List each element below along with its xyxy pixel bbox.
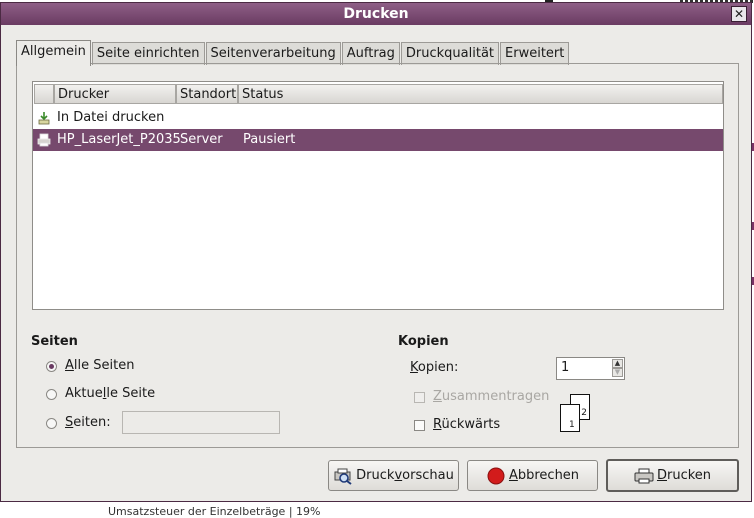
printer-row-hp-laserjet[interactable]: HP_LaserJet_P2035 Server Pausiert (33, 129, 723, 151)
column-header-location[interactable]: Standort (176, 84, 238, 104)
printer-location: Server (180, 132, 223, 147)
tab-panel-general: Drucker Standort Status In Datei drucken (16, 63, 739, 448)
printer-name: In Datei drucken (57, 110, 165, 125)
close-button[interactable]: ✕ (731, 6, 747, 22)
tab-advanced[interactable]: Erweitert (500, 42, 570, 65)
spin-up-icon[interactable]: ▲ (612, 359, 623, 368)
page-icon-back-number: 2 (581, 408, 587, 418)
collate-label[interactable]: Zusammentragen (433, 389, 549, 404)
radio-current-page-label[interactable]: Aktuelle Seite (65, 386, 155, 401)
cancel-label: Abbrechen (508, 468, 580, 483)
reverse-label[interactable]: Rückwärts (433, 417, 500, 432)
window-title: Drucken (343, 6, 409, 22)
preview-icon (334, 468, 352, 485)
tab-print-quality[interactable]: Druckqualität (400, 42, 500, 65)
collate-pages-icon: 2 1 (560, 394, 594, 434)
cancel-icon (487, 467, 505, 484)
column-header-icon[interactable] (34, 84, 54, 104)
printer-row-file[interactable]: In Datei drucken (33, 107, 723, 129)
print-label: Drucken (656, 468, 712, 483)
radio-all-pages-label[interactable]: Alle Seiten (65, 358, 134, 373)
copies-value: 1 (561, 360, 570, 375)
column-header-printer[interactable]: Drucker (54, 84, 176, 104)
radio-current-page[interactable] (46, 389, 57, 400)
print-preview-button[interactable]: Druckvorschau (328, 460, 459, 491)
radio-all-pages[interactable] (46, 361, 57, 372)
copies-section-title: Kopien (398, 334, 449, 349)
printer-list[interactable]: Drucker Standort Status In Datei drucken (32, 81, 724, 310)
page-range-input[interactable] (122, 411, 280, 434)
pages-section-title: Seiten (31, 334, 78, 349)
radio-page-range[interactable] (46, 418, 57, 429)
tab-general[interactable]: Allgemein (16, 40, 91, 66)
printer-icon (37, 133, 51, 147)
printer-status: Pausiert (243, 132, 296, 147)
copies-spinbutton[interactable]: 1 ▲ ▼ (556, 357, 625, 380)
reverse-checkbox[interactable] (414, 420, 425, 431)
page-icon-front-number: 1 (569, 420, 575, 430)
cancel-button[interactable]: Abbrechen (467, 460, 598, 491)
collate-checkbox[interactable] (414, 392, 425, 403)
titlebar[interactable]: Drucken ✕ (1, 3, 751, 25)
column-header-status[interactable]: Status (238, 84, 723, 104)
printer-name: HP_LaserJet_P2035 (57, 132, 181, 147)
print-preview-label: Druckvorschau (356, 468, 454, 483)
copies-label: Kopien: (410, 360, 459, 375)
tab-job[interactable]: Auftrag (341, 42, 400, 65)
tab-page-setup[interactable]: Seite einrichten (91, 42, 205, 65)
radio-page-range-label[interactable]: Seiten: (65, 415, 111, 430)
print-button[interactable]: Drucken (606, 459, 739, 492)
tab-page-handling[interactable]: Seitenverarbeitung (205, 42, 341, 65)
print-dialog: Drucken ✕ Allgemein Seite einrichten Sei… (0, 2, 752, 502)
spin-down-icon[interactable]: ▼ (612, 368, 623, 377)
printer-icon (634, 468, 654, 483)
file-icon (38, 112, 50, 125)
tab-bar: Allgemein Seite einrichten Seitenverarbe… (16, 40, 570, 66)
copies-spin-buttons: ▲ ▼ (612, 359, 623, 379)
